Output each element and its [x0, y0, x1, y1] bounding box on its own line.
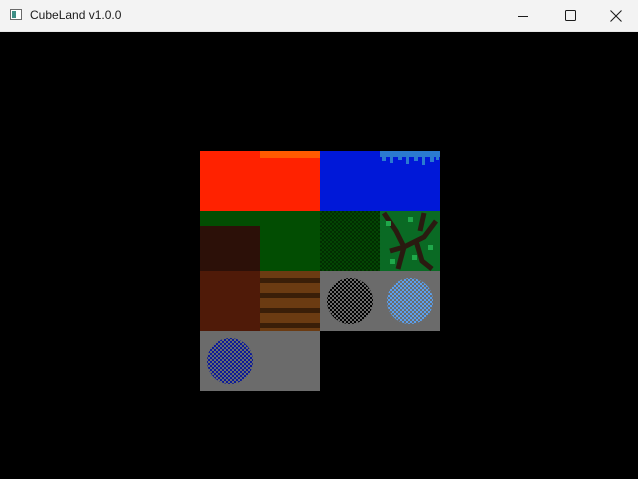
- close-icon: [610, 9, 622, 22]
- tile-leaves: [380, 211, 440, 271]
- tile-wood-planks: [260, 271, 320, 331]
- tile-clay: [200, 271, 260, 331]
- game-window: CubeLand v1.0.0: [0, 0, 638, 479]
- tile-stone: [260, 331, 320, 391]
- maximize-icon: [564, 10, 576, 21]
- title-bar[interactable]: CubeLand v1.0.0: [0, 0, 638, 32]
- tile-lapis-ore: [200, 331, 260, 391]
- tile-coal-ore: [320, 271, 380, 331]
- tile-lava: [200, 151, 320, 211]
- game-viewport[interactable]: [0, 32, 638, 479]
- window-title: CubeLand v1.0.0: [30, 8, 122, 22]
- tile-water: [320, 151, 440, 211]
- minimize-icon: [518, 15, 528, 17]
- tile-grass-top: [320, 211, 380, 271]
- texture-atlas: [200, 151, 440, 391]
- minimize-button[interactable]: [500, 0, 546, 31]
- tile-diamond-ore: [380, 271, 440, 331]
- app-window-icon: [10, 9, 22, 20]
- maximize-button[interactable]: [547, 0, 593, 31]
- close-button[interactable]: [593, 0, 638, 31]
- tile-grass-side: [200, 211, 320, 271]
